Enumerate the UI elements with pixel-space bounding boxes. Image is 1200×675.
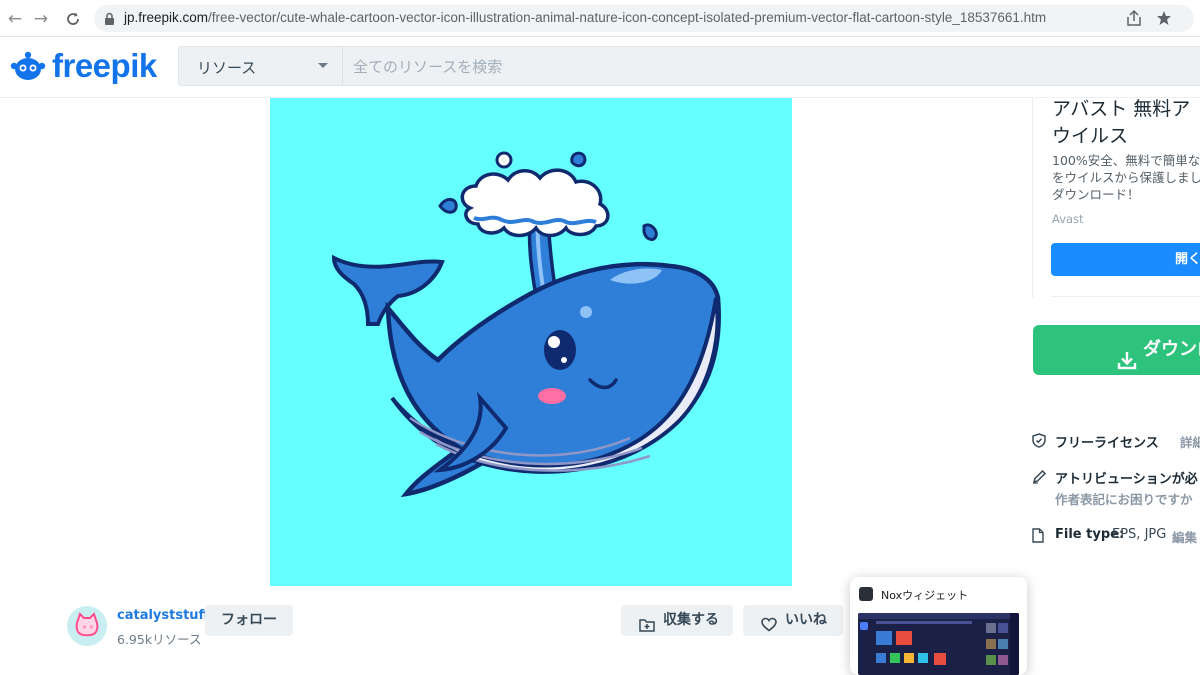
ad-source: Avast bbox=[1052, 212, 1084, 226]
author-avatar[interactable]: × × bbox=[67, 606, 107, 646]
forward-icon[interactable]: → bbox=[30, 8, 52, 30]
nox-preview-screen[interactable] bbox=[858, 613, 1019, 675]
freepik-logo-icon bbox=[10, 51, 46, 80]
reload-icon[interactable] bbox=[62, 8, 84, 30]
nox-widget-popup[interactable]: Noxウィジェット bbox=[850, 577, 1027, 675]
chevron-down-icon bbox=[318, 63, 328, 68]
like-button[interactable]: いいね bbox=[743, 605, 843, 636]
svg-text:× ×: × × bbox=[82, 624, 94, 631]
author-resource-count: 6.95kリソース bbox=[117, 632, 202, 647]
whale-illustration bbox=[331, 151, 721, 498]
shield-check-icon bbox=[1032, 433, 1046, 452]
search-input[interactable] bbox=[353, 56, 953, 78]
collect-button[interactable]: 収集する bbox=[621, 605, 733, 636]
heart-icon bbox=[761, 613, 777, 644]
browser-toolbar: ← → jp.freepik.com/free-vector/cute-whal… bbox=[0, 0, 1200, 37]
nox-app-grid-icon bbox=[858, 613, 1019, 675]
column-divider bbox=[1032, 98, 1033, 298]
author-name-link[interactable]: catalyststuff bbox=[117, 608, 209, 623]
nox-widget-title: Noxウィジェット bbox=[881, 589, 969, 602]
share-icon[interactable] bbox=[1126, 9, 1142, 31]
resource-preview-image[interactable] bbox=[270, 98, 792, 586]
file-icon bbox=[1032, 528, 1044, 547]
ad-open-button[interactable]: 開く bbox=[1051, 243, 1200, 276]
edit-link[interactable]: 編集 bbox=[1172, 527, 1197, 546]
bookmark-star-icon[interactable] bbox=[1156, 9, 1172, 31]
filetype-value: EPS, JPG bbox=[1112, 527, 1167, 542]
folder-plus-icon bbox=[639, 613, 655, 644]
follow-button[interactable]: フォロー bbox=[205, 605, 293, 636]
resource-type-select[interactable]: リソース bbox=[179, 47, 343, 85]
download-icon bbox=[1117, 340, 1137, 375]
ad-body: 100%安全、無料で簡単な をウイルスから保護しまし ダウンロード！ bbox=[1052, 153, 1200, 202]
back-icon[interactable]: ← bbox=[4, 8, 26, 30]
ad-divider bbox=[1052, 296, 1200, 297]
lock-icon bbox=[104, 11, 115, 30]
search-bar: リソース bbox=[178, 46, 1200, 86]
attribution-help-link[interactable]: 作者表記にお困りですか bbox=[1055, 489, 1193, 508]
freepik-logo[interactable]: freepik bbox=[10, 46, 157, 86]
url-text: jp.freepik.com/free-vector/cute-whale-ca… bbox=[124, 10, 1047, 25]
nox-logo-icon bbox=[859, 587, 873, 601]
site-header: freepik リソース bbox=[0, 38, 1200, 98]
ad-title[interactable]: アバスト 無料ア ウイルス bbox=[1052, 96, 1200, 150]
address-bar[interactable]: jp.freepik.com/free-vector/cute-whale-ca… bbox=[94, 5, 1194, 32]
license-detail-link[interactable]: 詳細 bbox=[1180, 432, 1200, 451]
download-button[interactable]: ダウンロ bbox=[1033, 325, 1200, 375]
pen-icon bbox=[1032, 469, 1047, 488]
cat-avatar-icon: × × bbox=[75, 612, 99, 637]
